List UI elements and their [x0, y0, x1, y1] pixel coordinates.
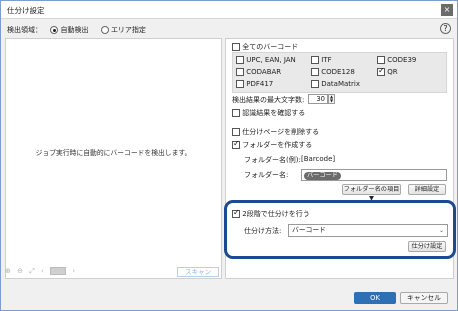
barcode-code39[interactable]: CODE39: [377, 56, 416, 64]
preview-pane: ジョブ実行時に自動的にバーコードを検出します。: [5, 38, 222, 279]
prev-page-icon[interactable]: ‹: [41, 267, 44, 275]
confirm-result-label: 認識結果を確認する: [242, 109, 306, 117]
barcode-code39-label: CODE39: [387, 56, 417, 64]
create-folder-option[interactable]: フォルダーを作成する: [232, 139, 313, 150]
all-barcodes-checkbox[interactable]: [232, 43, 240, 51]
barcode-itf-label: ITF: [321, 56, 332, 64]
max-chars-spinner[interactable]: ▲ ▼: [328, 94, 335, 104]
barcode-datamatrix-checkbox[interactable]: [311, 80, 319, 88]
barcode-upc[interactable]: UPC, EAN, JAN: [236, 56, 296, 64]
barcode-datamatrix-label: DataMatrix: [321, 80, 360, 88]
barcode-pdf417-checkbox[interactable]: [236, 80, 244, 88]
scan-button[interactable]: スキャン: [177, 267, 219, 277]
barcode-qr-label: QR: [387, 68, 398, 76]
confirm-result-checkbox[interactable]: [232, 109, 240, 117]
barcode-code39-checkbox[interactable]: [377, 56, 385, 64]
zoom-out-icon[interactable]: ⊖: [17, 267, 23, 275]
barcode-code128[interactable]: CODE128: [311, 68, 355, 76]
barcode-codabar-label: CODABAR: [246, 68, 282, 76]
barcode-pdf417[interactable]: PDF417: [236, 80, 273, 88]
folder-name-input[interactable]: バーコード: [301, 169, 447, 181]
barcode-code128-label: CODE128: [321, 68, 355, 76]
zoom-in-icon[interactable]: ⊕: [5, 267, 11, 275]
close-button[interactable]: ×: [441, 4, 453, 16]
radio-area-icon[interactable]: [100, 26, 109, 34]
all-barcodes-option[interactable]: 全てのバーコード: [232, 42, 298, 52]
radio-auto-label: 自動検出: [60, 26, 89, 34]
detect-area-label: 検出領域：: [7, 26, 42, 34]
folder-item-button[interactable]: フォルダー名の項目 ▼: [342, 184, 401, 202]
delete-page-option[interactable]: 仕分けページを削除する: [232, 127, 319, 137]
folder-example-value: [Barcode]: [301, 155, 336, 163]
max-chars-input[interactable]: 30: [308, 94, 328, 104]
create-folder-checkbox[interactable]: [232, 139, 240, 149]
preview-toolbar: ⊕ ⊖ ⤢ ‹ ›: [5, 267, 79, 276]
title-bar: 仕分け設定 ×: [1, 1, 457, 19]
spin-down-icon[interactable]: ▼: [330, 98, 333, 103]
preview-message: ジョブ実行時に自動的にバーコードを検出します。: [35, 149, 192, 157]
highlight-frame: [224, 200, 456, 259]
barcode-code128-checkbox[interactable]: [311, 68, 319, 76]
max-chars-label: 検出結果の最大文字数:: [232, 96, 305, 104]
barcode-itf-checkbox[interactable]: [311, 56, 319, 64]
next-page-icon[interactable]: ›: [72, 267, 75, 275]
help-icon[interactable]: ?: [440, 23, 451, 34]
barcode-upc-checkbox[interactable]: [236, 56, 244, 64]
radio-area[interactable]: エリア指定: [100, 26, 146, 34]
page-indicator: [50, 267, 67, 275]
all-barcodes-label: 全てのバーコード: [242, 43, 299, 51]
folder-name-token[interactable]: バーコード: [304, 171, 341, 180]
barcode-qr-checkbox[interactable]: [377, 66, 385, 76]
folder-example-label: フォルダー名(例):: [244, 156, 301, 164]
barcode-qr[interactable]: QR: [377, 66, 398, 76]
ok-button[interactable]: OK: [354, 292, 396, 304]
delete-page-label: 仕分けページを削除する: [242, 128, 320, 136]
detail-settings-button[interactable]: 詳細設定: [408, 184, 446, 195]
fit-icon[interactable]: ⤢: [29, 267, 35, 276]
barcode-type-panel: UPC, EAN, JAN ITF CODE39 CODABAR CODE128…: [232, 52, 447, 93]
cancel-button[interactable]: キャンセル: [400, 292, 448, 304]
folder-name-label: フォルダー名:: [244, 171, 289, 179]
sort-settings-dialog: 仕分け設定 × 検出領域： 自動検出 エリア指定 ? ジョブ実行時に自動的にバー…: [0, 0, 458, 311]
confirm-result-option[interactable]: 認識結果を確認する: [232, 108, 305, 118]
barcode-codabar-checkbox[interactable]: [236, 68, 244, 76]
barcode-datamatrix[interactable]: DataMatrix: [311, 80, 360, 88]
radio-auto[interactable]: 自動検出: [50, 26, 90, 34]
barcode-itf[interactable]: ITF: [311, 56, 332, 64]
radio-area-label: エリア指定: [110, 26, 146, 34]
delete-page-checkbox[interactable]: [232, 128, 240, 136]
barcode-upc-label: UPC, EAN, JAN: [246, 56, 296, 64]
radio-auto-icon[interactable]: [50, 26, 59, 34]
create-folder-label: フォルダーを作成する: [242, 141, 313, 149]
barcode-pdf417-label: PDF417: [246, 80, 274, 88]
detect-area-row: 検出領域： 自動検出 エリア指定: [7, 25, 146, 35]
window-title: 仕分け設定: [7, 6, 45, 15]
barcode-codabar[interactable]: CODABAR: [236, 68, 281, 76]
